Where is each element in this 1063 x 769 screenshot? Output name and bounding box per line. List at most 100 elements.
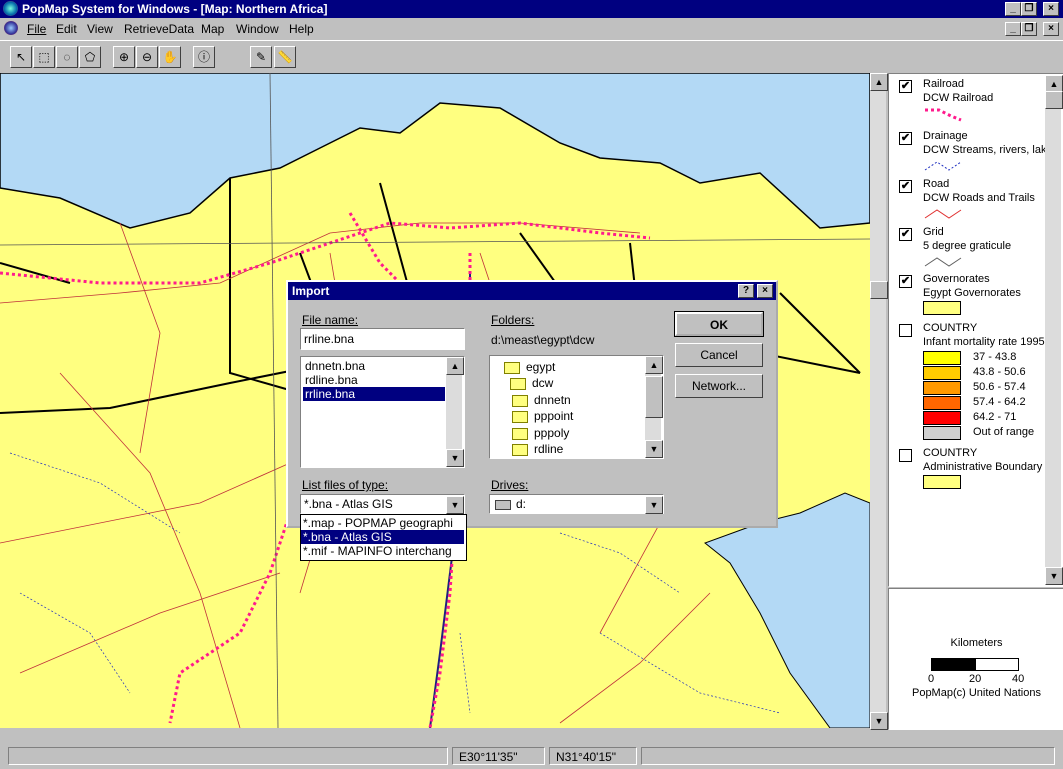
menu-edit[interactable]: Edit xyxy=(56,22,77,36)
document-icon[interactable] xyxy=(4,21,18,35)
folder-tree-scrollbar[interactable]: ▲ ▼ xyxy=(645,356,663,458)
select-rect-icon[interactable]: ⬚ xyxy=(33,46,55,68)
menu-file-label: File xyxy=(27,22,47,36)
legend-panel: ✔ Railroad DCW Railroad ✔ Drainage DCW S… xyxy=(888,73,1063,587)
filetype-select[interactable]: *.bna - Atlas GIS ▼ xyxy=(300,494,465,514)
doc-close-button[interactable]: × xyxy=(1043,22,1059,36)
select-polygon-icon[interactable]: ⬠ xyxy=(79,46,101,68)
ruler-icon[interactable]: 📏 xyxy=(274,46,296,68)
legend-scroll-down-icon[interactable]: ▼ xyxy=(1045,567,1063,585)
info-icon[interactable]: ⓘ xyxy=(193,46,215,68)
folder-item[interactable]: dnnetn xyxy=(510,393,571,407)
layer-checkbox-country-imr[interactable] xyxy=(899,324,912,337)
file-list-scrollbar[interactable]: ▲ ▼ xyxy=(446,357,464,467)
filetype-dropdown-icon[interactable]: ▼ xyxy=(446,496,464,514)
pointer-icon[interactable]: ↖ xyxy=(10,46,32,68)
scale-tick: 0 xyxy=(928,673,935,685)
layer-name: Railroad xyxy=(923,78,964,90)
folder-item[interactable]: dcw xyxy=(508,376,553,390)
filetype-option-selected[interactable]: *.bna - Atlas GIS xyxy=(301,530,464,544)
menu-file[interactable]: File xyxy=(27,22,46,36)
legend-scrollbar[interactable]: ▲ ▼ xyxy=(1045,75,1063,585)
folder-item[interactable]: pppoly xyxy=(510,426,569,440)
filetype-value: *.bna - Atlas GIS xyxy=(304,497,393,511)
menu-help[interactable]: Help xyxy=(289,22,314,36)
file-scroll-down-icon[interactable]: ▼ xyxy=(446,449,464,467)
restore-button[interactable]: ❐ xyxy=(1021,2,1037,16)
layer-checkbox-governorates[interactable]: ✔ xyxy=(899,275,912,288)
folder-name: rdline xyxy=(534,442,564,456)
layer-checkbox-road[interactable]: ✔ xyxy=(899,180,912,193)
latitude-readout: N31°40'15" xyxy=(549,747,637,765)
select-circle-icon[interactable]: ◌ xyxy=(56,46,78,68)
close-button[interactable]: × xyxy=(1043,2,1059,16)
menu-window-label: Window xyxy=(236,22,279,36)
status-message xyxy=(8,747,448,765)
folder-scroll-thumb[interactable] xyxy=(645,376,663,418)
folder-name: egypt xyxy=(526,360,556,374)
minimize-button[interactable]: _ xyxy=(1005,2,1021,16)
folder-scroll-down-icon[interactable]: ▼ xyxy=(645,440,663,458)
scroll-thumb[interactable] xyxy=(870,281,888,299)
range-label: 37 - 43.8 xyxy=(973,351,1017,363)
scale-title: Kilometers xyxy=(950,637,1003,649)
layer-checkbox-railroad[interactable]: ✔ xyxy=(899,80,912,93)
layer-checkbox-country-admin[interactable] xyxy=(899,449,912,462)
file-scroll-up-icon[interactable]: ▲ xyxy=(446,357,464,375)
filetype-option[interactable]: *.mif - MAPINFO interchang xyxy=(301,544,464,558)
dialog-close-button[interactable]: × xyxy=(757,284,773,298)
menu-retrievedata[interactable]: RetrieveData xyxy=(124,22,194,36)
scroll-down-icon[interactable]: ▼ xyxy=(870,712,888,730)
range-swatch xyxy=(923,411,961,425)
drives-select[interactable]: d: ▼ xyxy=(489,494,664,514)
dialog-title: Import xyxy=(292,284,330,298)
folder-tree[interactable]: egypt dcw dnnetn pppoint pppoly rdline ▲… xyxy=(489,355,664,459)
file-list[interactable]: dnnetn.bna rdline.bna rrline.bna ▲ ▼ xyxy=(300,356,465,468)
folder-name: dnnetn xyxy=(534,393,571,407)
drive-icon xyxy=(495,500,511,510)
file-list-item-selected[interactable]: rrline.bna xyxy=(303,387,445,401)
grid-symbol xyxy=(924,257,962,267)
file-list-item[interactable]: dnnetn.bna xyxy=(303,359,445,373)
layer-source: DCW Railroad xyxy=(923,92,994,104)
app-icon[interactable] xyxy=(3,1,18,16)
range-swatch xyxy=(923,351,961,365)
dialog-help-button[interactable]: ? xyxy=(738,284,754,298)
range-label: 64.2 - 71 xyxy=(973,411,1017,423)
filetype-dropdown-list[interactable]: *.map - POPMAP geographi *.bna - Atlas G… xyxy=(300,514,467,561)
drives-dropdown-icon[interactable]: ▼ xyxy=(645,496,663,514)
menu-window[interactable]: Window xyxy=(236,22,279,36)
folder-scroll-up-icon[interactable]: ▲ xyxy=(645,356,663,374)
filetype-option[interactable]: *.map - POPMAP geographi xyxy=(301,516,464,530)
folder-item[interactable]: pppoint xyxy=(510,409,573,423)
pan-hand-icon[interactable]: ✋ xyxy=(159,46,181,68)
layer-checkbox-grid[interactable]: ✔ xyxy=(899,228,912,241)
menu-edit-label: Edit xyxy=(56,22,77,36)
range-label: Out of range xyxy=(973,426,1035,438)
menu-view[interactable]: View xyxy=(87,22,113,36)
scroll-up-icon[interactable]: ▲ xyxy=(870,73,888,91)
label-icon[interactable]: ✎ xyxy=(250,46,272,68)
legend-scroll-thumb[interactable] xyxy=(1045,91,1063,109)
doc-restore-button[interactable]: ❐ xyxy=(1021,22,1037,36)
file-list-item[interactable]: rdline.bna xyxy=(303,373,445,387)
cancel-button[interactable]: Cancel xyxy=(675,343,763,367)
map-vertical-scrollbar[interactable]: ▲ ▼ xyxy=(870,73,888,730)
ok-button[interactable]: OK xyxy=(674,311,764,337)
zoom-out-icon[interactable]: ⊖ xyxy=(136,46,158,68)
folder-item[interactable]: egypt xyxy=(502,360,555,374)
doc-minimize-button[interactable]: _ xyxy=(1005,22,1021,36)
layer-name: COUNTRY xyxy=(923,447,978,459)
range-label: 43.8 - 50.6 xyxy=(973,366,1026,378)
layer-checkbox-drainage[interactable]: ✔ xyxy=(899,132,912,145)
layer-name: Road xyxy=(923,178,950,190)
layer-source: DCW Roads and Trails xyxy=(923,192,1035,204)
folder-item[interactable]: rdline xyxy=(510,442,563,456)
drives-value: d: xyxy=(516,497,527,511)
filename-input[interactable]: rrline.bna xyxy=(300,328,465,350)
window-title: PopMap System for Windows - [Map: Northe… xyxy=(22,2,328,16)
zoom-in-icon[interactable]: ⊕ xyxy=(113,46,135,68)
menu-view-label: View xyxy=(87,22,113,36)
menu-map[interactable]: Map xyxy=(201,22,224,36)
network-button[interactable]: Network... xyxy=(675,374,763,398)
